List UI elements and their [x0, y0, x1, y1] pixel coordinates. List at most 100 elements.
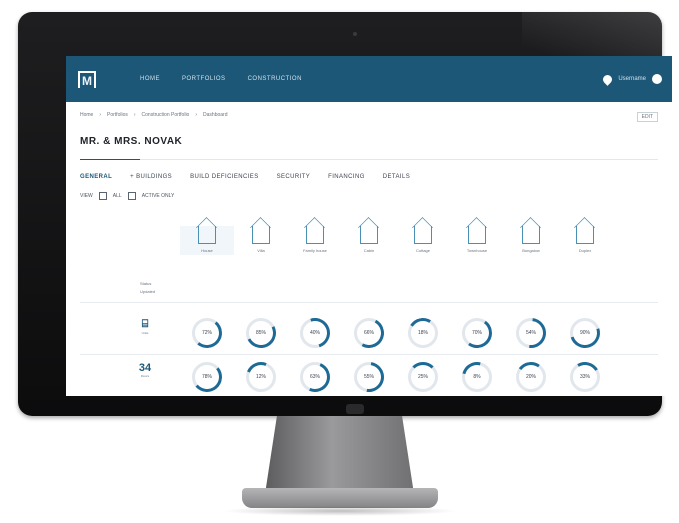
meta-label: Status — [140, 281, 152, 286]
progress-value: 12% — [255, 374, 266, 380]
monitor-bezel: M HOME PORTFOLIOS CONSTRUCTION Username … — [18, 12, 672, 416]
column-caption: Cabin — [363, 248, 375, 253]
progress-ring[interactable]: 8% — [456, 356, 498, 396]
nav-home[interactable]: HOME — [140, 76, 160, 82]
column-header[interactable]: Townhouse — [450, 226, 504, 255]
column-header[interactable]: Duplex — [558, 226, 612, 255]
column-caption: Villa — [257, 248, 265, 253]
nav-construction[interactable]: CONSTRUCTION — [248, 76, 302, 82]
house-icon — [198, 226, 216, 244]
progress-ring[interactable]: 66% — [350, 314, 388, 352]
building-type-columns: House Villa Family house Cabin Cottage T… — [180, 226, 612, 255]
progress-ring[interactable]: 33% — [566, 358, 604, 396]
column-caption: Cottage — [415, 248, 430, 253]
tab-financing[interactable]: FINANCING — [328, 174, 365, 180]
progress-ring[interactable]: 72% — [190, 316, 224, 350]
floor-icon: 34 — [138, 362, 152, 374]
progress-ring[interactable]: 54% — [509, 311, 553, 355]
breadcrumb: Home › Portfolios › Construction Portfolio… — [66, 102, 672, 122]
progress-ring[interactable]: 78% — [190, 360, 224, 394]
meta-label: Updated — [140, 289, 156, 294]
stand-shadow — [222, 506, 458, 516]
progress-value: 90% — [579, 330, 590, 336]
progress-value: 18% — [417, 330, 428, 336]
progress-ring[interactable]: 55% — [348, 356, 390, 396]
location-pin-icon[interactable] — [601, 72, 615, 86]
row-divider — [80, 354, 658, 355]
row-icon: 34 Floors — [138, 362, 152, 378]
breadcrumb-item: Dashboard — [203, 112, 228, 118]
progress-value: 33% — [579, 374, 590, 380]
cabin-icon — [360, 226, 378, 244]
edit-button[interactable]: EDIT — [636, 112, 658, 122]
filter-bar: VIEW ALL ACTIVE ONLY — [66, 180, 672, 200]
progress-ring[interactable]: 90% — [564, 312, 606, 354]
progress-value: 66% — [363, 330, 374, 336]
breadcrumb-item[interactable]: Portfolios — [107, 112, 128, 122]
monitor-stand-neck — [265, 416, 414, 494]
progress-value: 70% — [471, 330, 482, 336]
column-header[interactable]: Cottage — [396, 226, 450, 255]
tab-security[interactable]: SECURITY — [277, 174, 311, 180]
row-caption: Floors — [140, 374, 150, 378]
progress-value: 55% — [363, 374, 374, 380]
row-caption: Units — [141, 331, 149, 335]
family-house-icon — [306, 226, 324, 244]
column-caption: Duplex — [578, 248, 592, 253]
filter-all[interactable]: ALL — [113, 193, 122, 199]
progress-value: 25% — [417, 374, 428, 380]
meta-labels: Status Updated — [140, 280, 155, 296]
progress-ring[interactable]: 12% — [241, 357, 281, 396]
column-header[interactable]: House — [180, 226, 234, 255]
row-divider — [80, 302, 658, 303]
tab-buildings[interactable]: + BUILDINGS — [130, 174, 172, 180]
progress-value: 72% — [201, 330, 212, 336]
progress-ring[interactable]: 18% — [405, 315, 441, 351]
duplex-icon — [576, 226, 594, 244]
column-header[interactable]: Bungalow — [504, 226, 558, 255]
progress-value: 8% — [473, 374, 481, 380]
nav-portfolios[interactable]: PORTFOLIOS — [182, 76, 226, 82]
progress-ring[interactable]: 25% — [408, 362, 438, 392]
breadcrumb-item[interactable]: Home — [80, 112, 93, 122]
cottage-icon — [414, 226, 432, 244]
tab-build-deficiencies[interactable]: BUILD DEFICIENCIES — [190, 174, 259, 180]
column-header[interactable]: Family house — [288, 226, 342, 255]
column-header[interactable]: Cabin — [342, 226, 396, 255]
progress-value: 40% — [309, 330, 320, 336]
top-navigation-bar: M HOME PORTFOLIOS CONSTRUCTION Username — [66, 56, 672, 102]
app-screen: M HOME PORTFOLIOS CONSTRUCTION Username … — [66, 56, 672, 396]
progress-ring[interactable]: 40% — [294, 312, 336, 354]
metric-row: 72% 85% 40% 66% 18% 70% 54% 90% — [180, 311, 612, 355]
tab-general[interactable]: GENERAL — [80, 174, 112, 180]
breadcrumb-item[interactable]: Construction Portfolio — [142, 112, 190, 122]
progress-ring[interactable]: 70% — [459, 315, 495, 351]
filter-active[interactable]: ACTIVE ONLY — [142, 193, 175, 199]
monitor-stand-base — [242, 488, 438, 508]
progress-value: 63% — [309, 374, 320, 380]
column-caption: Bungalow — [522, 248, 540, 253]
page-title: MR. & MRS. NOVAK — [80, 136, 183, 147]
progress-ring[interactable]: 63% — [295, 357, 335, 396]
column-header[interactable]: Villa — [234, 226, 288, 255]
camera-dot — [353, 32, 357, 36]
section-tabs: GENERAL + BUILDINGS BUILD DEFICIENCIES S… — [66, 160, 672, 180]
progress-value: 85% — [255, 330, 266, 336]
row-icon: ⌸ Units — [138, 318, 152, 335]
column-caption: House — [201, 248, 213, 253]
filter-checkbox[interactable] — [98, 192, 107, 200]
username-label[interactable]: Username — [618, 76, 646, 82]
user-avatar-icon[interactable] — [652, 74, 662, 84]
progress-ring[interactable]: 85% — [242, 314, 280, 352]
villa-icon — [252, 226, 270, 244]
filter-checkbox[interactable] — [127, 192, 136, 200]
monitor-logo — [346, 404, 364, 414]
main-nav: HOME PORTFOLIOS CONSTRUCTION — [140, 76, 302, 82]
tab-details[interactable]: DETAILS — [383, 174, 410, 180]
progress-value: 78% — [201, 374, 212, 380]
column-caption: Townhouse — [466, 248, 488, 253]
app-logo[interactable]: M — [78, 70, 96, 88]
bungalow-icon — [522, 226, 540, 244]
progress-ring[interactable]: 20% — [513, 359, 549, 395]
column-caption: Family house — [303, 248, 327, 253]
